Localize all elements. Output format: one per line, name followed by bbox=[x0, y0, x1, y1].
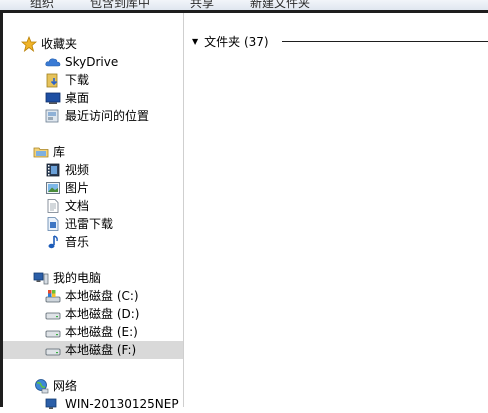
desktop-icon bbox=[45, 92, 61, 104]
nav-computer-label: 我的电脑 bbox=[53, 271, 102, 285]
hard-drive-icon bbox=[45, 312, 61, 320]
system-drive-icon bbox=[45, 290, 61, 303]
nav-item-downloads-label: 下载 bbox=[65, 73, 90, 87]
hard-drive-icon bbox=[45, 348, 61, 356]
navigation-pane[interactable]: 收藏夹 SkyDrive 下载 桌面 最近访问的位置 库 视频 图片 文档 迅雷… bbox=[3, 13, 225, 411]
nav-network-label: 网络 bbox=[53, 379, 78, 393]
music-note-icon bbox=[48, 235, 58, 249]
nav-item-drive-c-label: 本地磁盘 (C:) bbox=[65, 289, 139, 303]
command-bar: 组织 包含到库中 共享 新建文件夹 bbox=[0, 0, 488, 10]
nav-item-drive-d-label: 本地磁盘 (D:) bbox=[65, 307, 140, 321]
file-list-pane[interactable]: ▼ 文件夹 (37) bbox=[184, 13, 488, 407]
nav-item-drive-e-label: 本地磁盘 (E:) bbox=[65, 325, 138, 339]
include-in-library-button[interactable]: 包含到库中 bbox=[90, 0, 150, 10]
share-button[interactable]: 共享 bbox=[190, 0, 214, 10]
nav-libraries-label: 库 bbox=[53, 145, 66, 159]
star-icon bbox=[21, 36, 37, 52]
nav-item-network-computer-label: WIN-20130125NEP bbox=[65, 397, 179, 411]
downloads-folder-icon bbox=[46, 73, 58, 88]
new-folder-button[interactable]: 新建文件夹 bbox=[250, 0, 310, 10]
nav-network[interactable]: 网络 bbox=[3, 377, 213, 395]
document-icon bbox=[47, 199, 59, 213]
library-folder-icon bbox=[33, 147, 49, 158]
nav-item-music-label: 音乐 bbox=[65, 235, 90, 249]
nav-item-desktop-label: 桌面 bbox=[65, 91, 90, 105]
nav-computer[interactable]: 我的电脑 bbox=[3, 269, 213, 287]
nav-favorites[interactable]: 收藏夹 bbox=[3, 35, 201, 53]
computer-icon bbox=[33, 272, 49, 285]
network-icon bbox=[35, 379, 49, 394]
organize-button[interactable]: 组织 bbox=[30, 0, 54, 10]
cloud-icon bbox=[45, 58, 61, 67]
hard-drive-icon bbox=[45, 330, 61, 338]
nav-item-documents-label: 文档 bbox=[65, 199, 90, 213]
collapse-triangle-icon[interactable]: ▼ bbox=[192, 37, 198, 46]
nav-item-recent-places-label: 最近访问的位置 bbox=[65, 109, 150, 123]
download-library-icon bbox=[47, 217, 59, 231]
computer-icon bbox=[45, 398, 57, 409]
nav-item-skydrive-label: SkyDrive bbox=[65, 55, 119, 69]
nav-libraries[interactable]: 库 bbox=[3, 143, 213, 161]
recent-places-icon bbox=[45, 109, 59, 123]
nav-favorites-label: 收藏夹 bbox=[41, 37, 78, 51]
folder-group-label: 文件夹 (37) bbox=[204, 34, 269, 49]
nav-item-drive-f-label: 本地磁盘 (F:) bbox=[65, 343, 137, 357]
folder-group-header[interactable]: ▼ 文件夹 (37) bbox=[192, 33, 488, 49]
pictures-icon bbox=[46, 182, 60, 194]
group-divider-line bbox=[282, 41, 488, 42]
nav-item-pictures-label: 图片 bbox=[65, 181, 90, 195]
video-icon bbox=[46, 163, 60, 177]
nav-item-videos-label: 视频 bbox=[65, 163, 90, 177]
nav-item-xunlei-downloads-label: 迅雷下载 bbox=[65, 217, 114, 231]
